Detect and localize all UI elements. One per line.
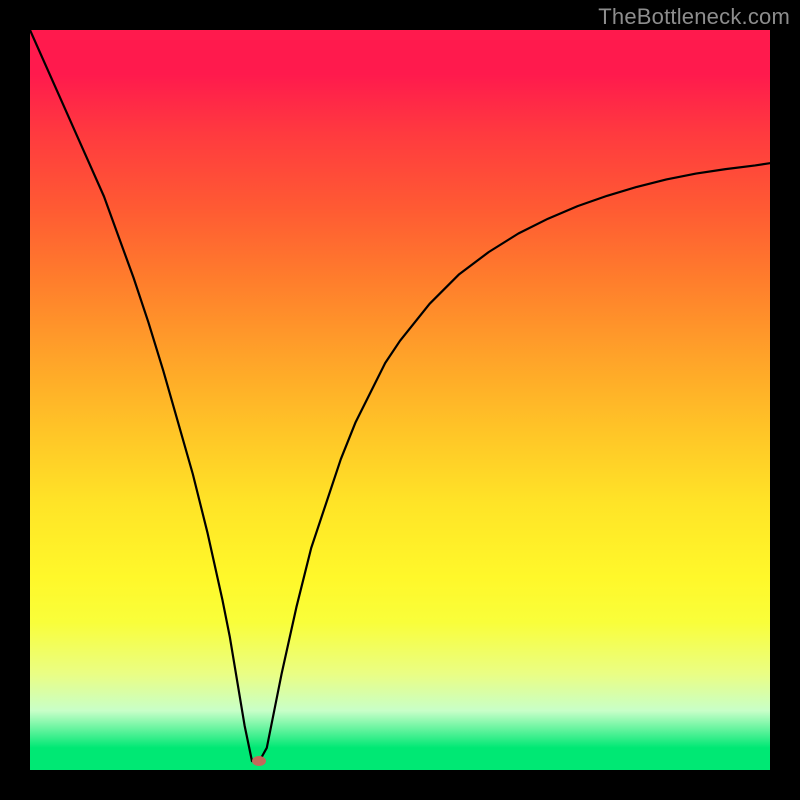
bottleneck-curve [30, 30, 770, 770]
curve-path [30, 30, 770, 761]
chart-frame: TheBottleneck.com [0, 0, 800, 800]
watermark-text: TheBottleneck.com [598, 4, 790, 30]
chart-plot-area [30, 30, 770, 770]
optimal-point-marker [252, 756, 266, 766]
